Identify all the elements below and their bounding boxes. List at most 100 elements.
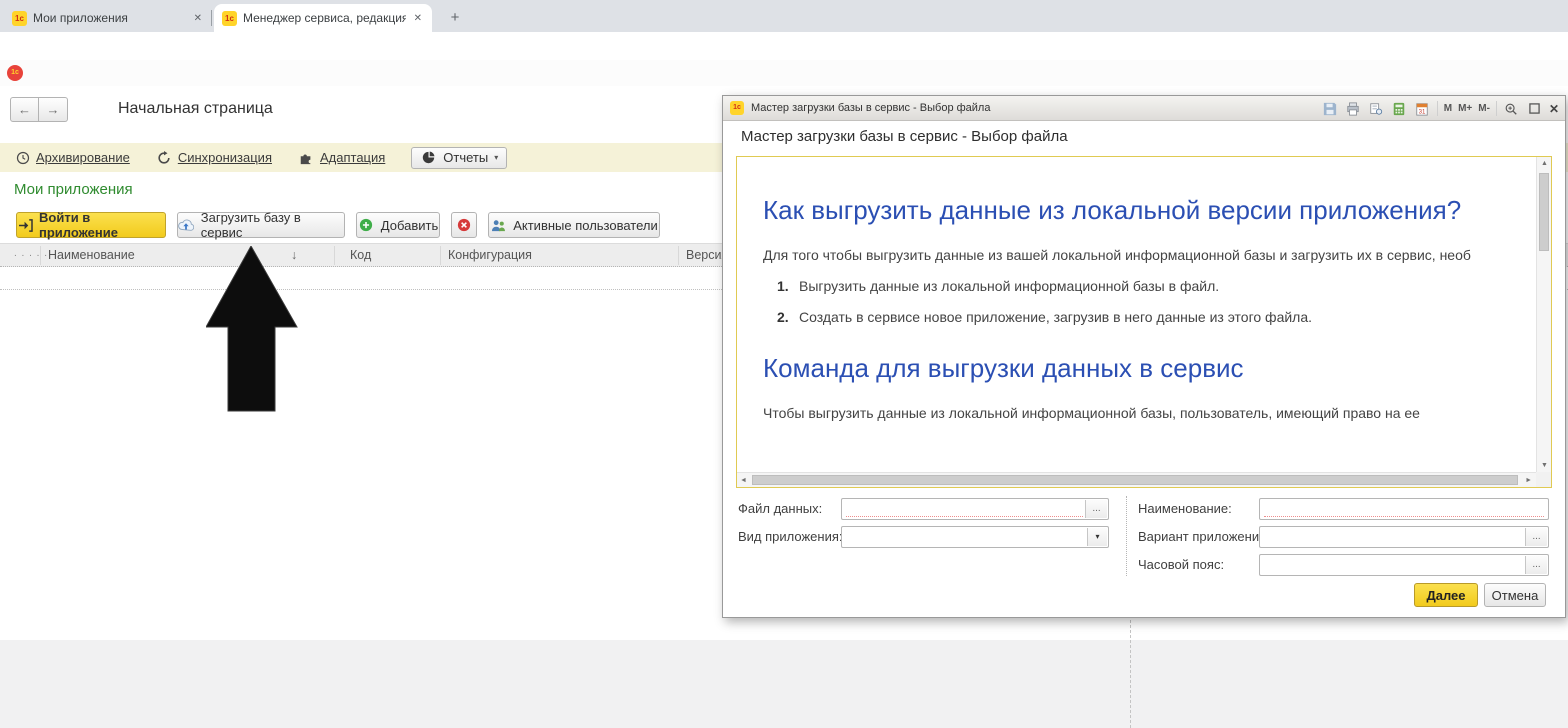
new-tab-button[interactable]: +	[444, 8, 466, 28]
enter-icon	[17, 217, 33, 234]
choose-variant-button[interactable]: ...	[1525, 528, 1547, 546]
column-name[interactable]: Наименование	[48, 248, 135, 262]
reports-button[interactable]: Отчеты ▾	[411, 146, 508, 169]
column-divider	[40, 246, 41, 265]
calendar-icon[interactable]: 31	[1414, 100, 1431, 117]
svg-text:31: 31	[1419, 108, 1426, 115]
active-users-label: Активные пользователи	[513, 217, 658, 233]
dialog-title-bar[interactable]: 1с Мастер загрузки базы в сервис - Выбор…	[723, 96, 1565, 121]
column-code[interactable]: Код	[350, 248, 371, 262]
scrollbar-corner	[1536, 472, 1551, 487]
nav-forward-button[interactable]: →	[39, 97, 68, 122]
choose-timezone-button[interactable]: ...	[1525, 556, 1547, 574]
upload-database-label: Загрузить базу в сервис	[200, 210, 301, 240]
application-variant-input[interactable]: ...	[1259, 526, 1549, 548]
app-header: 1с ▼ Менеджер сервиса, редакция 1.0 / Би…	[0, 60, 1568, 142]
adaptation-link[interactable]: Адаптация	[298, 149, 385, 166]
help-paragraph-2: Чтобы выгрузить данные из локальной инфо…	[763, 405, 1420, 421]
print-preview-icon[interactable]	[1368, 100, 1385, 117]
add-button[interactable]: Добавить	[356, 212, 440, 238]
section-title: Мои приложения	[14, 181, 133, 198]
divider	[1436, 101, 1438, 116]
application-kind-select[interactable]: ▾	[841, 526, 1109, 548]
upload-wizard-dialog: 1с Мастер загрузки базы в сервис - Выбор…	[722, 95, 1566, 618]
required-underline	[1264, 516, 1544, 517]
calculator-icon[interactable]	[1391, 100, 1408, 117]
wizard-heading: Мастер загрузки базы в сервис - Выбор фа…	[741, 128, 1068, 145]
puzzle-icon	[298, 149, 315, 166]
column-divider	[440, 246, 441, 265]
memory-subtract-button[interactable]: M-	[1478, 103, 1490, 114]
enter-application-button[interactable]: Войти в приложение	[16, 210, 166, 240]
users-icon	[490, 217, 507, 234]
browse-file-button[interactable]: ...	[1085, 500, 1107, 518]
help-step-1: 1. Выгрузить данные из локальной информац…	[763, 278, 1536, 294]
step-text: Выгрузить данные из локальной информацио…	[799, 278, 1220, 294]
history-nav: ← →	[10, 97, 68, 122]
cloud-upload-icon	[178, 217, 195, 234]
save-icon[interactable]	[1322, 100, 1339, 117]
browser-tab-service-manager[interactable]: 1с Менеджер сервиса, редакция 1 ✕	[214, 4, 432, 32]
browser-tab-my-apps[interactable]: 1с Мои приложения ✕	[4, 4, 212, 32]
archive-link[interactable]: Архивирование	[14, 149, 130, 166]
tab-close-icon[interactable]: ✕	[192, 13, 204, 24]
print-icon[interactable]	[1345, 100, 1362, 117]
dropdown-arrow-icon[interactable]: ▾	[1087, 528, 1107, 546]
page-title: Начальная страница	[118, 100, 273, 117]
1c-logo-icon: 1с	[7, 65, 23, 81]
column-configuration[interactable]: Конфигурация	[448, 248, 532, 262]
horizontal-scroll-thumb[interactable]	[752, 475, 1518, 485]
clock-icon	[14, 149, 31, 166]
upload-database-button[interactable]: Загрузить базу в сервис	[177, 210, 345, 240]
data-file-input[interactable]: ...	[841, 498, 1109, 520]
help-content: Как выгрузить данные из локальной версии…	[737, 157, 1536, 472]
tab-close-icon[interactable]: ✕	[412, 13, 424, 24]
application-kind-label: Вид приложения:	[738, 529, 843, 544]
applications-toolbar: Войти в приложение Загрузить базу в серв…	[16, 210, 660, 240]
nav-back-button[interactable]: ←	[10, 97, 39, 122]
step-number: 2.	[777, 309, 789, 325]
name-input[interactable]	[1259, 498, 1549, 520]
help-heading-2: Команда для выгрузки данных в сервис	[763, 353, 1244, 383]
vertical-scroll-thumb[interactable]	[1539, 173, 1549, 251]
dialog-window-title: Мастер загрузки базы в сервис - Выбор фа…	[751, 102, 991, 114]
x-circle-icon	[456, 217, 473, 234]
dialog-toolbar: 31 M M+ M- ✕	[1322, 100, 1559, 117]
next-button[interactable]: Далее	[1414, 583, 1478, 607]
scroll-right-icon[interactable]: ►	[1525, 477, 1532, 484]
cancel-button[interactable]: Отмена	[1484, 583, 1546, 607]
1c-favicon: 1с	[12, 10, 27, 26]
scroll-up-icon[interactable]: ▲	[1541, 160, 1548, 167]
tab-title: Менеджер сервиса, редакция 1	[243, 11, 406, 25]
timezone-input[interactable]: ...	[1259, 554, 1549, 576]
help-step-2: 2. Создать в сервисе новое приложение, за…	[763, 309, 1536, 325]
vertical-scrollbar[interactable]: ▲ ▼	[1536, 157, 1551, 472]
screen: 1с Мои приложения ✕ 1с Менеджер сервиса,…	[0, 0, 1568, 728]
selection-column-header: . . . . .	[14, 248, 49, 259]
scroll-down-icon[interactable]: ▼	[1541, 462, 1548, 469]
browser-address-bar: ← → ↻ https://1cfresh.com/a/adm/ru_RU/	[0, 32, 1568, 87]
horizontal-scrollbar[interactable]: ◄ ►	[737, 472, 1536, 487]
browser-tab-strip: 1с Мои приложения ✕ 1с Менеджер сервиса,…	[0, 0, 1568, 32]
pie-chart-icon	[420, 149, 437, 166]
delete-button[interactable]	[451, 212, 477, 238]
1c-window-icon: 1с	[730, 101, 744, 115]
sync-link[interactable]: Синхронизация	[156, 149, 272, 166]
plus-circle-icon	[358, 217, 375, 234]
close-icon[interactable]: ✕	[1549, 102, 1559, 116]
memory-store-button[interactable]: M	[1444, 103, 1452, 114]
refresh-icon	[156, 149, 173, 166]
maximize-icon[interactable]	[1526, 100, 1543, 117]
form-column-divider	[1126, 496, 1127, 576]
column-divider	[678, 246, 679, 265]
scroll-left-icon[interactable]: ◄	[740, 477, 747, 484]
active-users-button[interactable]: Активные пользователи	[488, 212, 660, 238]
add-label: Добавить	[380, 217, 439, 233]
memory-add-button[interactable]: M+	[1458, 103, 1472, 114]
help-heading-1: Как выгрузить данные из локальной версии…	[763, 195, 1462, 225]
zoom-icon[interactable]	[1503, 100, 1520, 117]
required-underline	[846, 516, 1083, 517]
column-divider	[334, 246, 335, 265]
help-pane: Как выгрузить данные из локальной версии…	[736, 156, 1552, 488]
enter-application-label: Войти в приложение	[39, 210, 118, 240]
